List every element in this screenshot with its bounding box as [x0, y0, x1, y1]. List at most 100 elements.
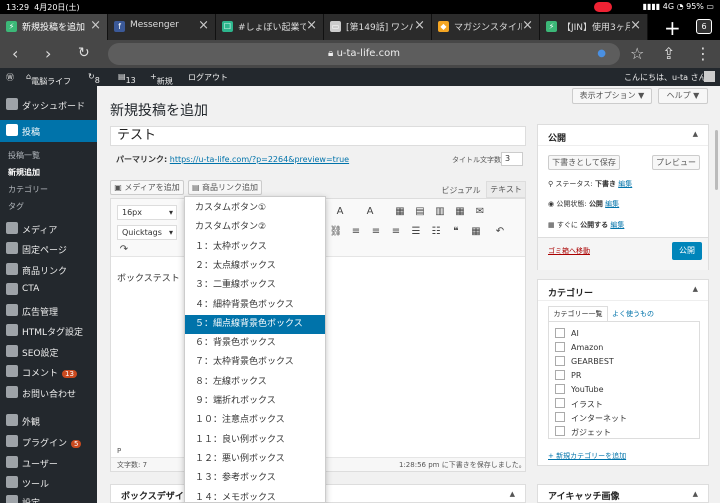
- mic-icon[interactable]: ●: [597, 43, 606, 65]
- publish-button[interactable]: 公開: [672, 242, 702, 260]
- save-draft-button[interactable]: 下書きとして保存: [548, 155, 620, 170]
- button-icon[interactable]: ▦: [453, 205, 467, 219]
- new-tab-icon[interactable]: +: [664, 16, 681, 40]
- dropdown-option[interactable]: １０：注意点ボックス: [185, 411, 325, 430]
- align-center-icon[interactable]: ≡: [369, 225, 383, 239]
- address-bar[interactable]: 🔒︎ u-ta-life.com ●: [108, 43, 620, 65]
- quote-icon[interactable]: ❝: [449, 225, 463, 239]
- toggle-arrow-icon[interactable]: ▲: [693, 490, 698, 498]
- ordered-list-icon[interactable]: ☷: [429, 225, 443, 239]
- dropdown-option[interactable]: ４：細枠背景色ボックス: [185, 296, 325, 315]
- editor-content[interactable]: ボックステスト: [117, 271, 180, 284]
- list-icon[interactable]: ☰: [409, 225, 423, 239]
- menu-posts[interactable]: 投稿: [0, 120, 97, 142]
- category-checkbox[interactable]: [555, 412, 565, 422]
- dropdown-option[interactable]: ５：細点線背景色ボックス: [185, 314, 325, 334]
- menu-ads[interactable]: 広告管理: [0, 300, 97, 322]
- wp-logo-icon[interactable]: Ⓦ: [6, 72, 14, 83]
- trash-link[interactable]: ゴミ箱へ移動: [548, 246, 590, 256]
- dropdown-option[interactable]: カスタムボタン②: [185, 218, 325, 237]
- toggle-arrow-icon[interactable]: ▲: [693, 285, 698, 293]
- logout-link[interactable]: ログアウト: [188, 72, 228, 83]
- dropdown-option[interactable]: ７：太枠背景色ボックス: [185, 353, 325, 372]
- dropdown-option[interactable]: １４：メモボックス: [185, 489, 325, 503]
- chat-icon[interactable]: ✉: [473, 205, 487, 219]
- browser-tab[interactable]: ▭ [第149話] ワンパ ×: [324, 14, 432, 40]
- dropdown-option[interactable]: １３：参考ボックス: [185, 469, 325, 488]
- browser-tab[interactable]: f Messenger ×: [108, 14, 216, 40]
- dropdown-option[interactable]: １１：良い例ボックス: [185, 431, 325, 450]
- screen-options-button[interactable]: 表示オプション ▼: [572, 88, 652, 104]
- add-category-link[interactable]: + 新規カテゴリーを追加: [548, 451, 626, 461]
- close-tab-icon[interactable]: ×: [414, 18, 425, 33]
- dropdown-option[interactable]: １２：悪い例ボックス: [185, 450, 325, 469]
- label-icon[interactable]: ▥: [433, 205, 447, 219]
- scrollbar[interactable]: [715, 130, 718, 190]
- submenu-add-new[interactable]: 新規追加: [8, 167, 40, 178]
- post-title-input[interactable]: テスト: [110, 126, 526, 146]
- edit-status-link[interactable]: 編集: [618, 180, 632, 188]
- tab-text[interactable]: テキスト: [486, 181, 526, 198]
- close-tab-icon[interactable]: ×: [522, 18, 533, 33]
- share-icon[interactable]: ⇪: [662, 44, 675, 63]
- close-tab-icon[interactable]: ×: [306, 18, 317, 33]
- close-tab-icon[interactable]: ×: [198, 18, 209, 33]
- toggle-arrow-icon[interactable]: ▲: [693, 130, 698, 138]
- submenu-category[interactable]: カテゴリー: [8, 184, 48, 195]
- browser-tab[interactable]: ⚡ 【JIN】使用3ヶ月 ×: [540, 14, 648, 40]
- tab-count-button[interactable]: 6: [696, 19, 712, 34]
- browser-tab[interactable]: ☐ #しょぼい起業で ×: [216, 14, 324, 40]
- new-content-link[interactable]: + 新規: [150, 72, 173, 86]
- category-checkbox[interactable]: [555, 426, 565, 436]
- menu-cta[interactable]: CTA: [0, 279, 97, 301]
- redo-icon[interactable]: ↷: [117, 243, 131, 257]
- dropdown-option[interactable]: ８：左線ボックス: [185, 373, 325, 392]
- tab-visual[interactable]: ビジュアル: [436, 183, 486, 198]
- dropdown-option[interactable]: ３：二重線ボックス: [185, 276, 325, 295]
- table-insert-icon[interactable]: ▦: [393, 205, 407, 219]
- category-checkbox[interactable]: [555, 370, 565, 380]
- edit-schedule-link[interactable]: 編集: [610, 221, 624, 229]
- tab-category-popular[interactable]: よく使うもの: [612, 309, 654, 319]
- greeting-text[interactable]: こんにちは、u-ta さん: [624, 72, 707, 83]
- table-icon[interactable]: ▦: [469, 225, 483, 239]
- avatar[interactable]: [704, 71, 715, 82]
- dropdown-option[interactable]: ６：背景色ボックス: [185, 334, 325, 353]
- back-icon[interactable]: ‹: [12, 44, 18, 63]
- text-color-icon[interactable]: A: [333, 205, 347, 219]
- quicktags-select[interactable]: Quicktags ▾: [117, 225, 177, 240]
- reload-icon[interactable]: ↻: [78, 45, 90, 61]
- dropdown-option[interactable]: カスタムボタン①: [185, 199, 325, 218]
- browser-tab[interactable]: ◆ マガジンスタイル ×: [432, 14, 540, 40]
- menu-html-tag[interactable]: HTMLタグ設定: [0, 320, 97, 342]
- font-size-select[interactable]: 16px ▾: [117, 205, 177, 220]
- menu-users[interactable]: ユーザー: [0, 452, 97, 474]
- browser-tab[interactable]: ⚡ 新規投稿を追加 ×: [0, 14, 108, 40]
- unlink-icon[interactable]: ⛓: [329, 225, 343, 239]
- permalink-url[interactable]: https://u-ta-life.com/?p=2264&preview=tr…: [170, 155, 349, 164]
- close-tab-icon[interactable]: ×: [630, 18, 641, 33]
- site-name-link[interactable]: ⌂ 電脳ライフ: [26, 72, 71, 86]
- align-left-icon[interactable]: ≡: [349, 225, 363, 239]
- help-button[interactable]: ヘルプ ▼: [658, 88, 708, 104]
- menu-seo[interactable]: SEO設定: [0, 341, 97, 363]
- category-checkbox[interactable]: [555, 356, 565, 366]
- bookmark-star-icon[interactable]: ☆: [630, 44, 644, 63]
- category-checkbox[interactable]: [555, 342, 565, 352]
- menu-pages[interactable]: 固定ページ: [0, 238, 97, 260]
- menu-dashboard[interactable]: ダッシュボード: [0, 94, 97, 116]
- background-color-icon[interactable]: A: [363, 205, 377, 219]
- menu-appearance[interactable]: 外観: [0, 410, 97, 432]
- comments-link[interactable]: ▤ 13: [118, 72, 136, 85]
- dropdown-option[interactable]: ２：太点線ボックス: [185, 257, 325, 276]
- menu-media[interactable]: メディア: [0, 218, 97, 240]
- forward-icon[interactable]: ›: [45, 44, 51, 63]
- category-checkbox[interactable]: [555, 328, 565, 338]
- category-checkbox[interactable]: [555, 384, 565, 394]
- add-product-link-button[interactable]: ▤ 商品リンク追加: [188, 180, 262, 195]
- align-right-icon[interactable]: ≡: [389, 225, 403, 239]
- submenu-post-list[interactable]: 投稿一覧: [8, 150, 40, 161]
- submenu-tag[interactable]: タグ: [8, 201, 24, 212]
- menu-comments[interactable]: コメント 13: [0, 361, 97, 383]
- undo-icon[interactable]: ↶: [493, 225, 507, 239]
